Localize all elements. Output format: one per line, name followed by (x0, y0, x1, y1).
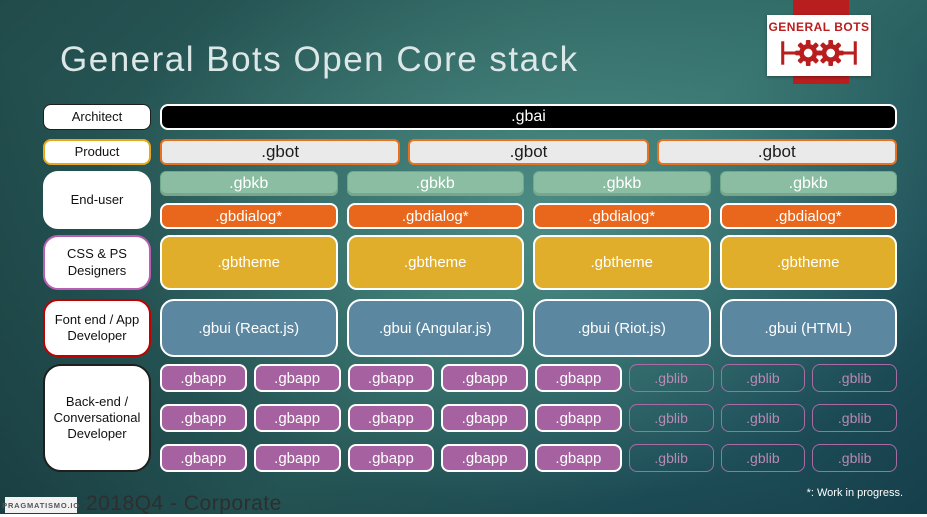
node-gbdialog: .gbdialog* (346, 203, 524, 229)
node-gblib: .gblib (720, 444, 806, 472)
node-gbapp: .gbapp (535, 364, 622, 392)
node-gbdialog: .gbdialog* (160, 203, 338, 229)
node-gbapp: .gbapp (535, 404, 622, 432)
node-gblib: .gblib (720, 364, 806, 392)
node-gbapp: .gbapp (441, 444, 528, 472)
row-gbot: .gbot .gbot .gbot (160, 139, 897, 165)
node-gbui-react: .gbui (React.js) (160, 299, 338, 357)
footer-edition-label: 2018Q4 - Corporate (86, 492, 282, 515)
row-gbdialog: .gbdialog* .gbdialog* .gbdialog* .gbdial… (160, 203, 897, 229)
node-gbapp: .gbapp (441, 364, 528, 392)
node-gbkb: .gbkb (719, 171, 897, 196)
role-label-product: Product (43, 139, 151, 165)
page-title: General Bots Open Core stack (60, 40, 579, 79)
node-gbdialog: .gbdialog* (719, 203, 897, 229)
node-gbtheme: .gbtheme (346, 235, 524, 290)
node-gbapp: .gbapp (253, 364, 341, 392)
node-gblib: .gblib (812, 404, 897, 432)
node-gbapp: .gbapp (441, 404, 528, 432)
role-label-text: Architect (71, 108, 123, 124)
node-gbkb: .gbkb (346, 171, 524, 196)
node-gblib: .gblib (628, 404, 714, 432)
node-gbapp: .gbapp (347, 364, 435, 392)
node-gbapp: .gbapp (253, 444, 341, 472)
node-gbui-html: .gbui (HTML) (719, 299, 897, 357)
node-gbui-angular: .gbui (Angular.js) (346, 299, 524, 357)
role-label-backend-conversational-developer: Back-end / Conversational Developer (43, 364, 151, 472)
node-gbdialog: .gbdialog* (533, 203, 711, 229)
row-gbapp-gblib-2: .gbapp .gbapp .gbapp .gbapp .gbapp .gbli… (160, 404, 897, 432)
row-gbtheme: .gbtheme .gbtheme .gbtheme .gbtheme (160, 235, 897, 290)
row-gbapp-gblib-1: .gbapp .gbapp .gbapp .gbapp .gbapp .gbli… (160, 364, 897, 392)
node-gbapp: .gbapp (160, 404, 247, 432)
node-gbkb: .gbkb (533, 171, 711, 196)
node-gbot: .gbot (408, 139, 649, 165)
role-label-text: Back-end / Conversational Developer (53, 393, 141, 442)
row-gbkb: .gbkb .gbkb .gbkb .gbkb (160, 171, 897, 196)
node-gbapp: .gbapp (160, 444, 247, 472)
role-label-css-ps-designers: CSS & PS Designers (43, 235, 151, 290)
node-gbkb: .gbkb (160, 171, 338, 196)
node-gbai: .gbai (160, 104, 897, 130)
node-gbot: .gbot (160, 139, 401, 165)
role-label-architect: Architect (43, 104, 151, 130)
pragmatismo-brand-badge: PRAGMATISMO.IO (2, 497, 79, 513)
node-gblib: .gblib (628, 364, 714, 392)
role-label-text: Product (74, 143, 120, 159)
node-gblib: .gblib (812, 444, 897, 472)
role-label-text: CSS & PS Designers (67, 246, 127, 278)
general-bots-logo: GENERAL BOTS (767, 15, 871, 76)
node-gbtheme: .gbtheme (160, 235, 338, 290)
row-gbapp-gblib-3: .gbapp .gbapp .gbapp .gbapp .gbapp .gbli… (160, 444, 897, 472)
role-label-text: Font end / App Developer (54, 311, 140, 343)
row-gbai: .gbai (160, 104, 897, 130)
role-label-text: End-user (70, 191, 124, 207)
node-gbtheme: .gbtheme (719, 235, 897, 290)
node-gbtheme: .gbtheme (533, 235, 711, 290)
node-gbapp: .gbapp (535, 444, 622, 472)
work-in-progress-note: *: Work in progress. (806, 487, 903, 499)
slide: General Bots Open Core stack GENERAL BOT… (0, 0, 927, 517)
node-gblib: .gblib (812, 364, 897, 392)
node-gbapp: .gbapp (253, 404, 341, 432)
node-gbapp: .gbapp (160, 364, 247, 392)
node-gblib: .gblib (720, 404, 806, 432)
gears-icon (781, 39, 857, 67)
logo-text: GENERAL BOTS (768, 20, 870, 34)
node-gblib: .gblib (628, 444, 714, 472)
node-gbapp: .gbapp (347, 404, 435, 432)
row-gbui: .gbui (React.js) .gbui (Angular.js) .gbu… (160, 299, 897, 357)
role-label-frontend-app-developer: Font end / App Developer (43, 299, 151, 357)
node-gbot: .gbot (656, 139, 897, 165)
node-gbapp: .gbapp (347, 444, 435, 472)
node-gbui-riot: .gbui (Riot.js) (533, 299, 711, 357)
role-label-end-user: End-user (43, 171, 151, 229)
